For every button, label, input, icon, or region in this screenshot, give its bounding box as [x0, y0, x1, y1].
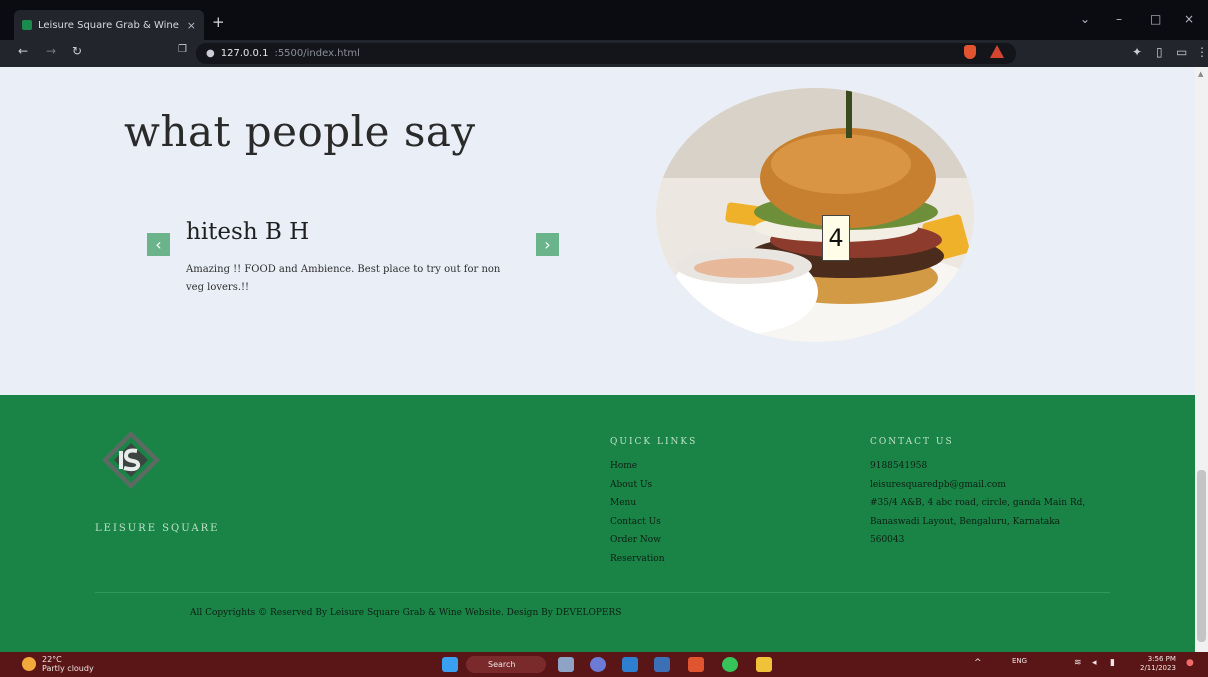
next-testimonial-button[interactable]: › [536, 233, 559, 256]
tab-search-icon[interactable]: ⌄ [1080, 12, 1090, 26]
back-arrow-icon[interactable]: ← [18, 44, 28, 58]
footer-link-home[interactable]: Home [610, 457, 665, 476]
leisure-square-logo-icon [102, 431, 160, 489]
sidebar-icon[interactable]: ▯ [1156, 45, 1163, 59]
wifi-icon[interactable]: ≋ [1074, 658, 1082, 668]
contact-title: CONTACT US [870, 437, 954, 447]
contact-address-line: Banaswadi Layout, Bengaluru, Karnataka [870, 516, 1061, 527]
menu-icon[interactable]: ⋮ [1196, 45, 1208, 59]
quick-links-title: QUICK LINKS [610, 437, 698, 447]
site-favicon-icon [22, 20, 32, 30]
testimonial-section: what people say ‹ hitesh B H Amazing !! … [0, 67, 1195, 395]
file-explorer-icon[interactable] [756, 657, 772, 672]
burger-photo [656, 88, 974, 342]
brave-shield-icon[interactable] [964, 45, 976, 59]
whatsapp-icon[interactable] [722, 657, 738, 672]
copyright-text: All Copyrights © Reserved By Leisure Squ… [190, 608, 622, 618]
contact-address-line: #35/4 A&B, 4 abc road, circle, ganda Mai… [870, 498, 1086, 508]
notification-icon[interactable]: ● [1186, 658, 1194, 668]
quick-links-list: Home About Us Menu Contact Us Order Now … [610, 457, 665, 568]
footer-link-about[interactable]: About Us [610, 476, 665, 495]
search-label: Search [488, 660, 516, 669]
footer-link-contact[interactable]: Contact Us [610, 513, 665, 532]
prev-testimonial-button[interactable]: ‹ [147, 233, 170, 256]
close-window-button[interactable]: × [1184, 12, 1194, 26]
chat-icon[interactable] [590, 657, 606, 672]
site-footer: LEISURE SQUARE QUICK LINKS Home About Us… [0, 395, 1195, 652]
browser-tab-bar: Leisure Square Grab & Wine × + ⌄ – □ × [0, 0, 1208, 40]
battery-icon[interactable]: ▮ [1110, 658, 1115, 668]
slide-number-badge: 4 [822, 215, 850, 261]
maximize-button[interactable]: □ [1150, 12, 1161, 26]
footer-link-menu[interactable]: Menu [610, 494, 665, 513]
language-indicator[interactable]: ENG [1012, 657, 1027, 665]
brave-browser-icon[interactable] [688, 657, 704, 672]
store-icon[interactable] [654, 657, 670, 672]
task-view-icon[interactable] [558, 657, 574, 672]
footer-brand-name: LEISURE SQUARE [95, 523, 220, 534]
reviewer-name: hitesh B H [186, 219, 310, 245]
scroll-up-icon[interactable]: ▲ [1198, 70, 1203, 78]
clock-date: 2/11/2023 [1140, 664, 1176, 672]
url-host: 127.0.0.1 [220, 48, 269, 59]
contact-phone[interactable]: 9188541958 [870, 457, 1110, 476]
weather-icon [22, 657, 36, 671]
footer-link-reservation[interactable]: Reservation [610, 550, 665, 569]
extensions-icon[interactable]: ✦ [1132, 45, 1142, 59]
browser-tab[interactable]: Leisure Square Grab & Wine × [14, 10, 204, 40]
forward-arrow-icon[interactable]: → [46, 44, 56, 58]
burger-illustration [656, 88, 974, 342]
review-text: Amazing !! FOOD and Ambience. Best place… [186, 264, 501, 293]
taskbar-clock[interactable]: 3:56 PM 2/11/2023 [1140, 655, 1176, 673]
taskbar-search[interactable]: Search [466, 656, 546, 673]
footer-link-order[interactable]: Order Now [610, 531, 665, 550]
start-button-icon[interactable] [442, 657, 458, 672]
clock-time: 3:56 PM [1147, 655, 1176, 663]
weather-temperature: 22°C [42, 655, 62, 664]
reload-icon[interactable]: ↻ [72, 44, 82, 58]
weather-widget[interactable]: 22°C Partly cloudy [22, 655, 94, 673]
footer-divider [95, 592, 1110, 593]
wallet-icon[interactable]: ▭ [1176, 45, 1187, 59]
contact-details: 9188541958 leisuresquaredpb@gmail.com #3… [870, 457, 1110, 550]
bookmark-icon[interactable]: ❒ [178, 44, 187, 55]
scrollbar-thumb[interactable] [1197, 470, 1206, 642]
weather-condition: Partly cloudy [42, 664, 94, 673]
tray-overflow-icon[interactable]: ^ [974, 658, 982, 668]
brave-rewards-icon[interactable] [990, 45, 1004, 58]
new-tab-button[interactable]: + [212, 13, 225, 31]
tab-close-icon[interactable]: × [187, 19, 196, 32]
contact-email[interactable]: leisuresquaredpb@gmail.com [870, 476, 1110, 495]
section-heading: what people say [124, 107, 476, 156]
url-path: :5500/index.html [274, 48, 360, 59]
volume-icon[interactable]: ◂ [1092, 658, 1097, 668]
browser-toolbar: ← → ↻ ❒ ● 127.0.0.1:5500/index.html ✦ ▯ … [0, 40, 1208, 67]
minimize-button[interactable]: – [1116, 12, 1122, 26]
contact-postal-code: 560043 [870, 535, 905, 545]
vscode-icon[interactable] [622, 657, 638, 672]
tab-title: Leisure Square Grab & Wine [38, 19, 179, 31]
windows-taskbar: 22°C Partly cloudy Search ^ ENG ≋ ◂ ▮ 3:… [0, 652, 1208, 677]
site-info-icon[interactable]: ● [206, 48, 215, 59]
address-bar[interactable]: ● 127.0.0.1 :5500/index.html [196, 43, 1016, 64]
